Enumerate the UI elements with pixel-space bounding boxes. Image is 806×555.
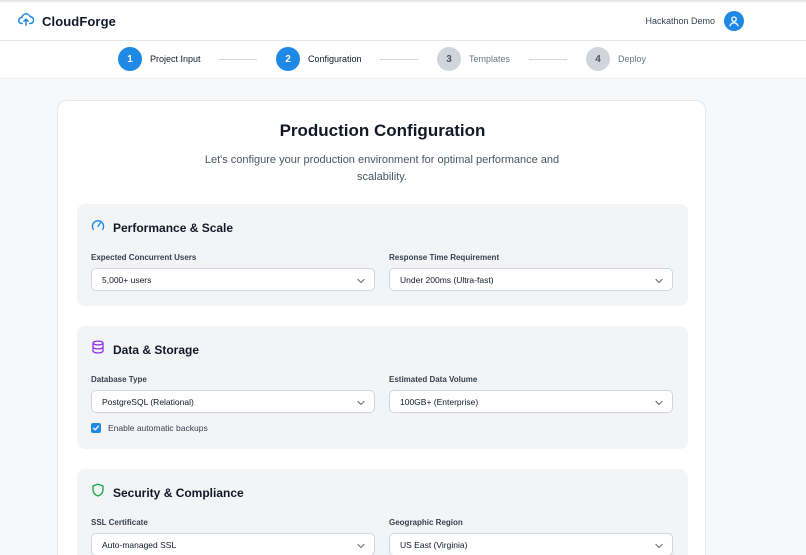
performance-section: Performance & Scale Expected Concurrent …: [77, 204, 688, 306]
response-time-select[interactable]: Under 200ms (Ultra-fast): [389, 268, 673, 291]
step-number: 3: [437, 47, 461, 71]
chevron-down-icon: [655, 536, 663, 554]
region-select[interactable]: US East (Virginia): [389, 533, 673, 555]
select-value: PostgreSQL (Relational): [102, 396, 194, 407]
data-volume-label: Estimated Data Volume: [389, 375, 478, 384]
database-type-select[interactable]: PostgreSQL (Relational): [91, 390, 375, 413]
ssl-certificate-select[interactable]: Auto-managed SSL: [91, 533, 375, 555]
section-header: Data & Storage: [91, 340, 199, 359]
chevron-down-icon: [357, 271, 365, 289]
storage-section: Data & Storage Database Type PostgreSQL …: [77, 326, 688, 449]
step-connector: [219, 59, 257, 60]
top-navbar: CloudForge Hackathon Demo: [0, 0, 806, 41]
region-label: Geographic Region: [389, 518, 463, 527]
user-name: Hackathon Demo: [645, 16, 715, 26]
database-icon: [91, 340, 105, 359]
chevron-down-icon: [357, 393, 365, 411]
select-value: Auto-managed SSL: [102, 539, 177, 550]
cloud-upload-icon: [18, 12, 35, 31]
checkmark-icon: [92, 425, 100, 431]
section-header: Security & Compliance: [91, 483, 244, 502]
step-label: Configuration: [308, 54, 362, 64]
concurrent-users-label: Expected Concurrent Users: [91, 253, 197, 262]
shield-icon: [91, 483, 105, 502]
user-icon: [729, 16, 739, 27]
configuration-card: Production Configuration Let's configure…: [57, 100, 706, 555]
step-number: 1: [118, 47, 142, 71]
brand[interactable]: CloudForge: [18, 12, 116, 31]
step-project-input[interactable]: 1 Project Input: [118, 47, 201, 71]
chevron-down-icon: [655, 393, 663, 411]
step-number: 2: [276, 47, 300, 71]
response-time-label: Response Time Requirement: [389, 253, 500, 262]
chevron-down-icon: [655, 271, 663, 289]
backups-option[interactable]: Enable automatic backups: [91, 423, 208, 433]
step-templates[interactable]: 3 Templates: [437, 47, 510, 71]
select-value: US East (Virginia): [400, 539, 468, 550]
step-number: 4: [586, 47, 610, 71]
backups-label: Enable automatic backups: [108, 423, 208, 433]
step-connector: [529, 59, 567, 60]
page-title: Production Configuration: [279, 121, 486, 140]
section-title: Security & Compliance: [113, 485, 244, 500]
step-label: Project Input: [150, 54, 201, 64]
security-section: Security & Compliance SSL Certificate Au…: [77, 469, 688, 555]
step-label: Deploy: [618, 54, 647, 64]
step-deploy[interactable]: 4 Deploy: [586, 47, 646, 71]
gauge-icon: [91, 218, 105, 237]
avatar[interactable]: [724, 11, 744, 31]
section-title: Performance & Scale: [113, 220, 234, 235]
select-value: 100GB+ (Enterprise): [400, 396, 479, 407]
progress-stepper: 1 Project Input 2 Configuration 3 Templa…: [0, 41, 806, 79]
user-menu[interactable]: Hackathon Demo: [645, 11, 744, 31]
ssl-certificate-label: SSL Certificate: [91, 518, 148, 527]
step-configuration[interactable]: 2 Configuration: [276, 47, 362, 71]
section-title: Data & Storage: [113, 342, 200, 357]
page-subtitle: Let's configure your production environm…: [204, 154, 560, 183]
brand-name: CloudForge: [42, 13, 116, 29]
concurrent-users-select[interactable]: 5,000+ users: [91, 268, 375, 291]
select-value: 5,000+ users: [102, 274, 152, 285]
data-volume-select[interactable]: 100GB+ (Enterprise): [389, 390, 673, 413]
section-header: Performance & Scale: [91, 218, 233, 237]
step-connector: [380, 59, 418, 60]
backups-checkbox[interactable]: [91, 423, 101, 433]
chevron-down-icon: [357, 536, 365, 554]
select-value: Under 200ms (Ultra-fast): [400, 274, 494, 285]
database-type-label: Database Type: [91, 375, 147, 384]
step-label: Templates: [469, 54, 511, 64]
